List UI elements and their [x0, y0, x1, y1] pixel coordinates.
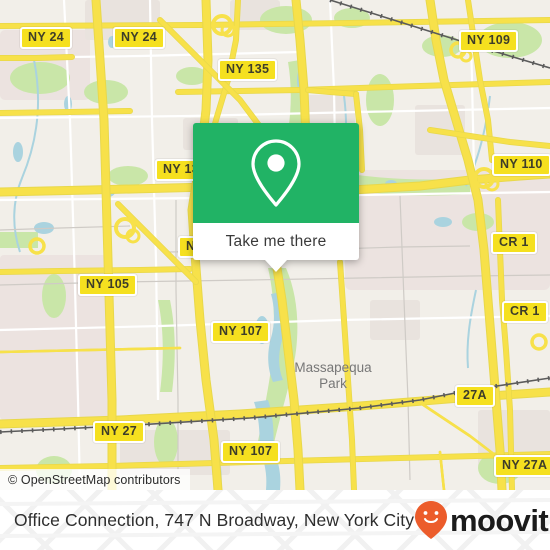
route-shield: CR 1 [502, 301, 548, 323]
route-shield-label: NY 110 [500, 157, 543, 171]
moovit-logo[interactable]: moovit [414, 500, 549, 540]
route-shield: CR 1 [491, 232, 537, 254]
route-shield-label: NY 27A [502, 458, 548, 472]
route-shield-label: 27A [463, 388, 487, 402]
route-shield-label: NY 107 [219, 324, 263, 338]
moovit-wordmark: moovit [450, 502, 549, 538]
route-shield: NY 109 [459, 30, 519, 52]
route-shield-label: NY 24 [28, 30, 65, 44]
moovit-map-screenshot: .rd { fill:none; stroke:#f7e14a; stroke-… [0, 0, 550, 550]
popup-footer[interactable]: Take me there [193, 223, 359, 260]
route-shield: NY 24 [20, 27, 73, 49]
osm-attribution-text: © OpenStreetMap contributors [8, 472, 181, 487]
route-shield-label: NY 107 [229, 444, 273, 458]
route-shield: NY 135 [218, 59, 278, 81]
footer-bar: Office Connection, 747 N Broadway, New Y… [0, 490, 550, 550]
route-shield: NY 24 [113, 27, 166, 49]
route-shield: NY 105 [78, 274, 138, 296]
popup-tail [265, 260, 287, 272]
route-shield: NY 110 [492, 154, 550, 176]
route-shield-label: CR 1 [510, 304, 540, 318]
route-shield: 27A [455, 385, 495, 407]
route-shield-label: NY 27 [101, 424, 138, 438]
location-address: Office Connection, 747 N Broadway, New Y… [14, 509, 415, 530]
map-canvas[interactable]: .rd { fill:none; stroke:#f7e14a; stroke-… [0, 0, 550, 490]
route-shield: NY 107 [211, 321, 271, 343]
map-pin-icon [251, 139, 301, 207]
take-me-there-label: Take me there [225, 232, 327, 250]
destination-popup[interactable]: Take me there [193, 123, 359, 272]
route-shield-label: NY 109 [467, 33, 511, 47]
route-shield-label: NY 105 [86, 277, 130, 291]
route-shield: NY 27A [494, 455, 550, 477]
route-shield: NY 27 [93, 421, 146, 443]
route-shield-label: NY 135 [226, 62, 270, 76]
route-shield: NY 107 [221, 441, 281, 463]
route-shield-label: CR 1 [499, 235, 529, 249]
popup-header [193, 123, 359, 223]
route-shield-label: NY 24 [121, 30, 158, 44]
moovit-pin-icon [415, 501, 448, 539]
osm-attribution[interactable]: © OpenStreetMap contributors [0, 469, 190, 490]
